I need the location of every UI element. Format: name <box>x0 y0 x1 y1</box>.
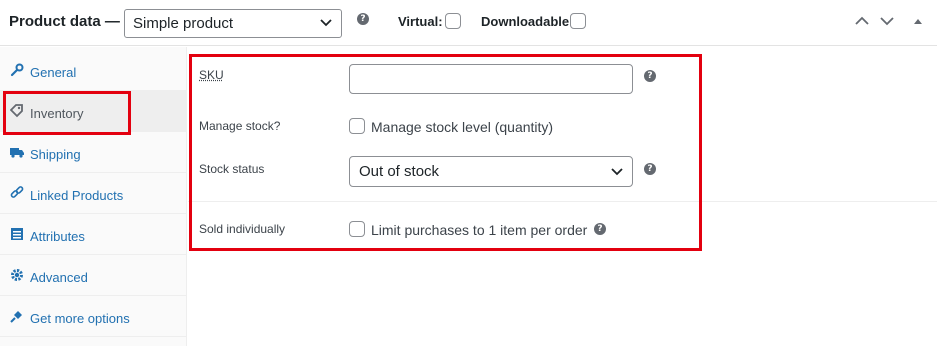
product-type-select[interactable]: Simple product <box>124 9 342 38</box>
plugin-icon <box>10 309 24 323</box>
product-data-header: Product data — Simple product ? Virtual:… <box>0 0 937 46</box>
tab-general[interactable]: General <box>0 50 186 91</box>
tab-general-label: General <box>30 65 77 80</box>
tab-advanced[interactable]: Advanced <box>0 255 186 296</box>
collapse-toggle-icon[interactable] <box>912 15 924 33</box>
tab-get-more-options[interactable]: Get more options <box>0 296 186 337</box>
link-icon <box>10 186 24 200</box>
tab-shipping-label: Shipping <box>30 147 81 162</box>
tab-shipping[interactable]: Shipping <box>0 132 186 173</box>
inventory-panel-highlight <box>189 54 702 251</box>
chevron-down-icon <box>319 15 333 33</box>
tab-attributes[interactable]: Attributes <box>0 214 186 255</box>
truck-icon <box>10 145 24 159</box>
gear-icon <box>10 268 24 282</box>
tab-linked-products[interactable]: Linked Products <box>0 173 186 214</box>
tab-advanced-label: Advanced <box>30 270 88 285</box>
downloadable-label: Downloadable: <box>481 14 574 29</box>
product-data-title: Product data — <box>9 13 120 30</box>
list-icon <box>10 227 24 241</box>
wrench-icon <box>10 63 24 77</box>
move-down-icon[interactable] <box>879 13 895 34</box>
inventory-tab-highlight <box>3 91 131 135</box>
product-type-help-icon[interactable]: ? <box>357 13 369 25</box>
downloadable-checkbox[interactable] <box>570 13 586 29</box>
product-type-value: Simple product <box>133 15 234 32</box>
tab-attributes-label: Attributes <box>30 229 85 244</box>
tab-get-more-options-label: Get more options <box>30 311 130 326</box>
virtual-label: Virtual: <box>398 14 443 29</box>
virtual-checkbox[interactable] <box>445 13 461 29</box>
move-up-icon[interactable] <box>854 13 870 34</box>
tab-linked-products-label: Linked Products <box>30 188 124 203</box>
